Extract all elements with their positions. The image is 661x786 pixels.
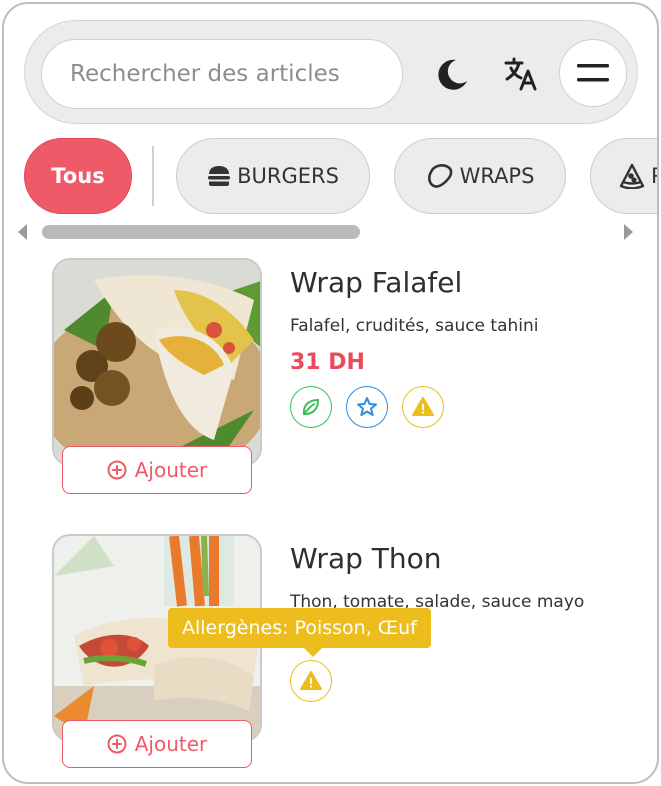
category-bar: Tous BURGERS WRAPS P [4,138,657,218]
add-button[interactable]: Ajouter [62,720,252,768]
product-name: Wrap Falafel [290,266,463,299]
app-frame: Tous BURGERS WRAPS P [2,2,659,784]
add-button-label: Ajouter [134,458,208,482]
search-box[interactable] [41,39,403,109]
scroll-thumb[interactable] [42,225,360,239]
category-pizza[interactable]: P [590,138,657,214]
category-label: WRAPS [459,164,535,188]
star-icon [357,397,377,416]
menu-icon [577,64,609,82]
plus-circle-icon [107,460,127,480]
vegan-badge[interactable] [290,386,332,428]
moon-icon[interactable] [427,49,477,99]
category-tous[interactable]: Tous [24,138,132,214]
scroll-right-arrow[interactable] [624,224,633,240]
product-image [54,260,260,464]
category-label: BURGERS [237,164,339,188]
allergen-badge[interactable] [290,660,332,702]
category-label: P [651,164,657,188]
allergen-badge[interactable] [402,386,444,428]
product-description: Falafel, crudités, sauce tahini [290,316,539,336]
pizza-icon [619,163,645,189]
product-name: Wrap Thon [290,542,442,575]
category-burgers[interactable]: BURGERS [176,138,370,214]
translate-icon[interactable] [497,49,547,99]
burger-icon [208,166,231,186]
search-input[interactable] [70,61,400,87]
category-wraps[interactable]: WRAPS [394,138,566,214]
scroll-left-arrow[interactable] [18,224,27,240]
category-scrollbar[interactable] [4,220,657,244]
menu-button[interactable] [559,39,627,107]
allergen-tooltip: Allergènes: Poisson, Œuf [168,608,431,657]
add-button[interactable]: Ajouter [62,446,252,494]
top-bar [24,20,638,124]
warning-icon [300,671,322,690]
plus-circle-icon [107,734,127,754]
category-divider [152,146,154,206]
popular-badge[interactable] [346,386,388,428]
warning-icon [412,397,434,416]
product-image-wrap-falafel [52,258,262,466]
leaf-icon [302,398,320,415]
product-price: 31 DH [290,350,365,375]
wrap-icon [427,164,452,188]
category-label: Tous [51,164,105,188]
add-button-label: Ajouter [134,732,208,756]
